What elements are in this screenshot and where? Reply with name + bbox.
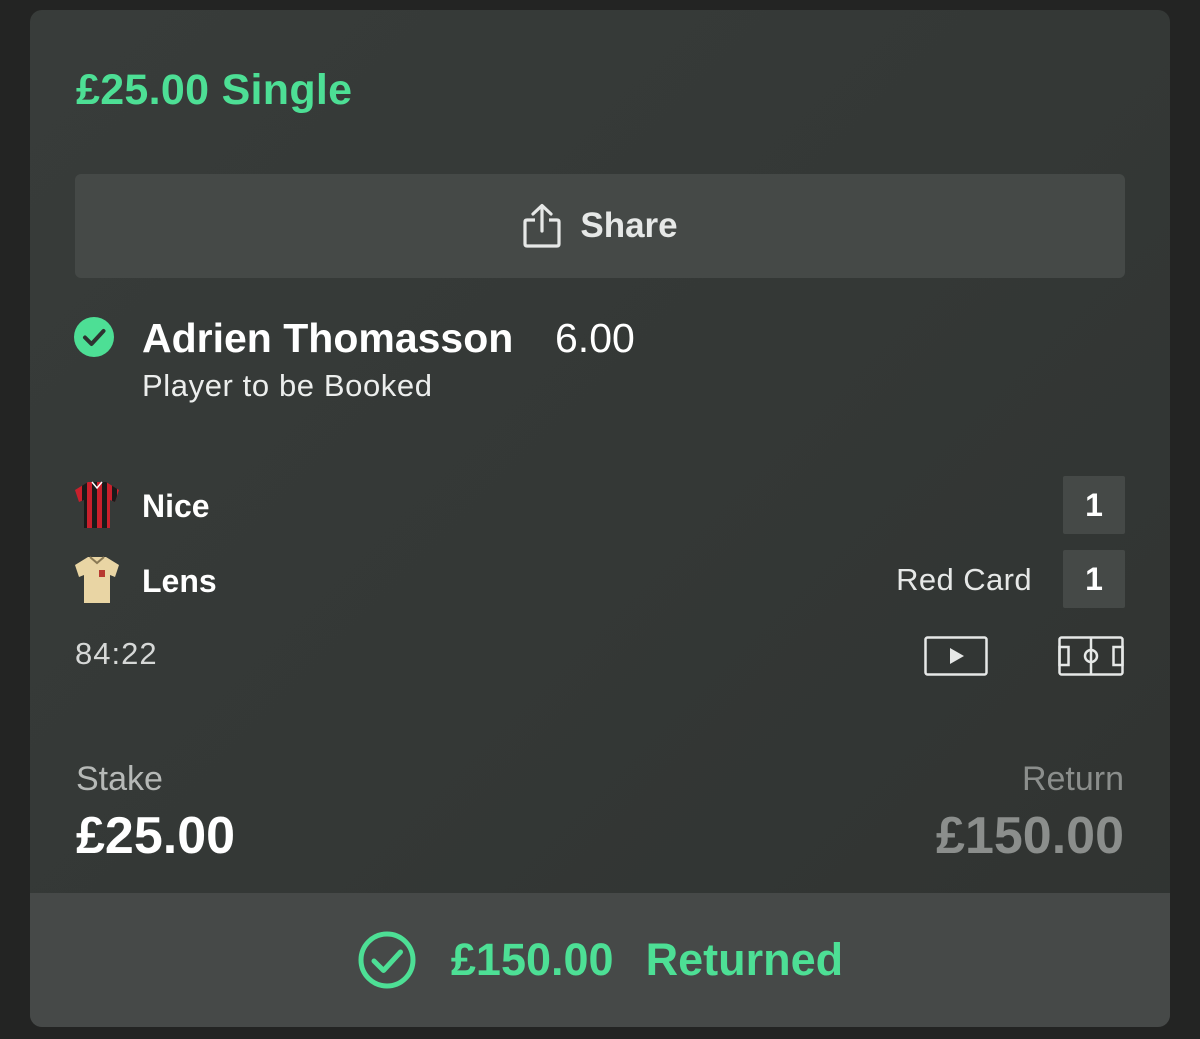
stake-value: £25.00: [76, 807, 236, 865]
match-clock: 84:22: [75, 636, 158, 671]
away-team-name: Lens: [142, 563, 217, 599]
selection-odds: 6.00: [555, 315, 635, 361]
away-score: 1: [1063, 550, 1125, 608]
stake-label: Stake: [76, 760, 163, 798]
share-icon: [523, 203, 561, 248]
returned-banner: £150.00 Returned: [30, 893, 1170, 1027]
market-name: Player to be Booked: [142, 368, 433, 403]
share-button[interactable]: Share: [75, 174, 1125, 278]
bet-card: £25.00 Single Share Adrien Thomasson 6.0…: [30, 10, 1170, 1027]
match-tracker-icon[interactable]: [1058, 636, 1124, 676]
return-label: Return: [1021, 760, 1124, 798]
cream-shirt-icon: [75, 556, 119, 603]
share-label: Share: [580, 206, 678, 245]
home-team-name: Nice: [142, 488, 210, 524]
bet-title: £25.00 Single: [76, 66, 353, 114]
check-circle-icon: [358, 931, 416, 989]
returned-amount: £150.00: [450, 934, 614, 985]
home-score: 1: [1063, 476, 1125, 534]
live-stream-icon[interactable]: [924, 636, 988, 676]
red-black-striped-shirt-icon: [75, 481, 119, 528]
red-card-note: Red Card: [896, 562, 1032, 597]
return-value: £150.00: [936, 807, 1124, 865]
won-check-icon: [74, 317, 114, 357]
returned-label: Returned: [645, 934, 844, 985]
selection-name: Adrien Thomasson: [142, 315, 514, 361]
